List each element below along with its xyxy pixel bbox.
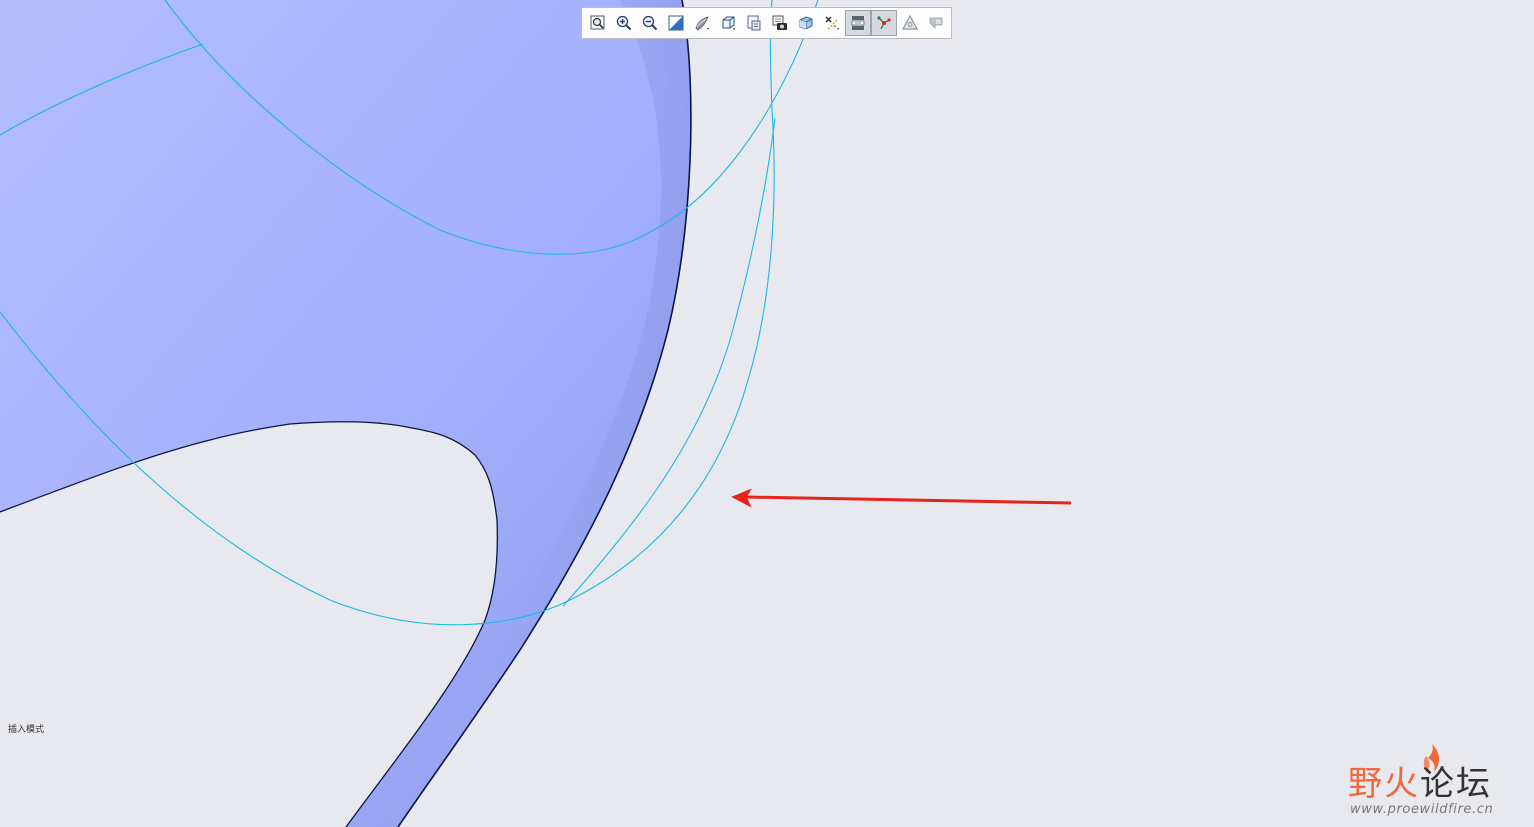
view-toolbar [581,7,952,39]
annotation-display-icon [851,16,865,30]
datum-display-button[interactable] [819,10,845,36]
view-manager-button[interactable] [741,10,767,36]
zoom-out-icon [642,15,658,31]
view-manager-icon [747,15,761,31]
datum-points-button[interactable] [897,10,923,36]
red-pointer-arrow [731,488,1072,508]
mode-status-label: 插入模式 [8,725,45,735]
watermark-brand-part2: 论坛 [1420,764,1492,804]
forum-watermark: 野火论坛 www.proewildfire.cn [1348,742,1528,822]
flag-button[interactable] [923,10,949,36]
refit-icon [590,15,605,30]
watermark-url: www.proewildfire.cn [1350,802,1494,817]
annotation-display-button[interactable] [845,10,871,36]
perspective-button[interactable] [793,10,819,36]
display-style-button[interactable] [689,10,715,36]
zoom-in-button[interactable] [611,10,637,36]
refit-button[interactable] [585,10,611,36]
watermark-brand: 野火论坛 [1348,756,1492,805]
triangle-icon [901,14,919,30]
model-surface[interactable] [0,0,691,827]
repaint-button[interactable] [663,10,689,36]
box-view-icon [799,16,813,30]
watermark-brand-part1: 野火 [1348,764,1420,804]
cube-icon [722,16,735,30]
spin-center-button[interactable] [871,10,897,36]
shading-icon [695,16,709,31]
named-views-button[interactable] [767,10,793,36]
datum-display-icon [825,16,839,30]
graphics-viewport[interactable]: 插入模式 野火论坛 www.proewildfire.cn [0,0,1534,827]
flag-icon [929,17,943,29]
repaint-icon [668,15,684,31]
zoom-out-button[interactable] [637,10,663,36]
camera-icon [772,15,787,30]
saved-orientations-button[interactable] [715,10,741,36]
spin-center-icon [877,16,891,30]
zoom-in-icon [616,15,632,31]
model-canvas[interactable] [0,0,1534,827]
